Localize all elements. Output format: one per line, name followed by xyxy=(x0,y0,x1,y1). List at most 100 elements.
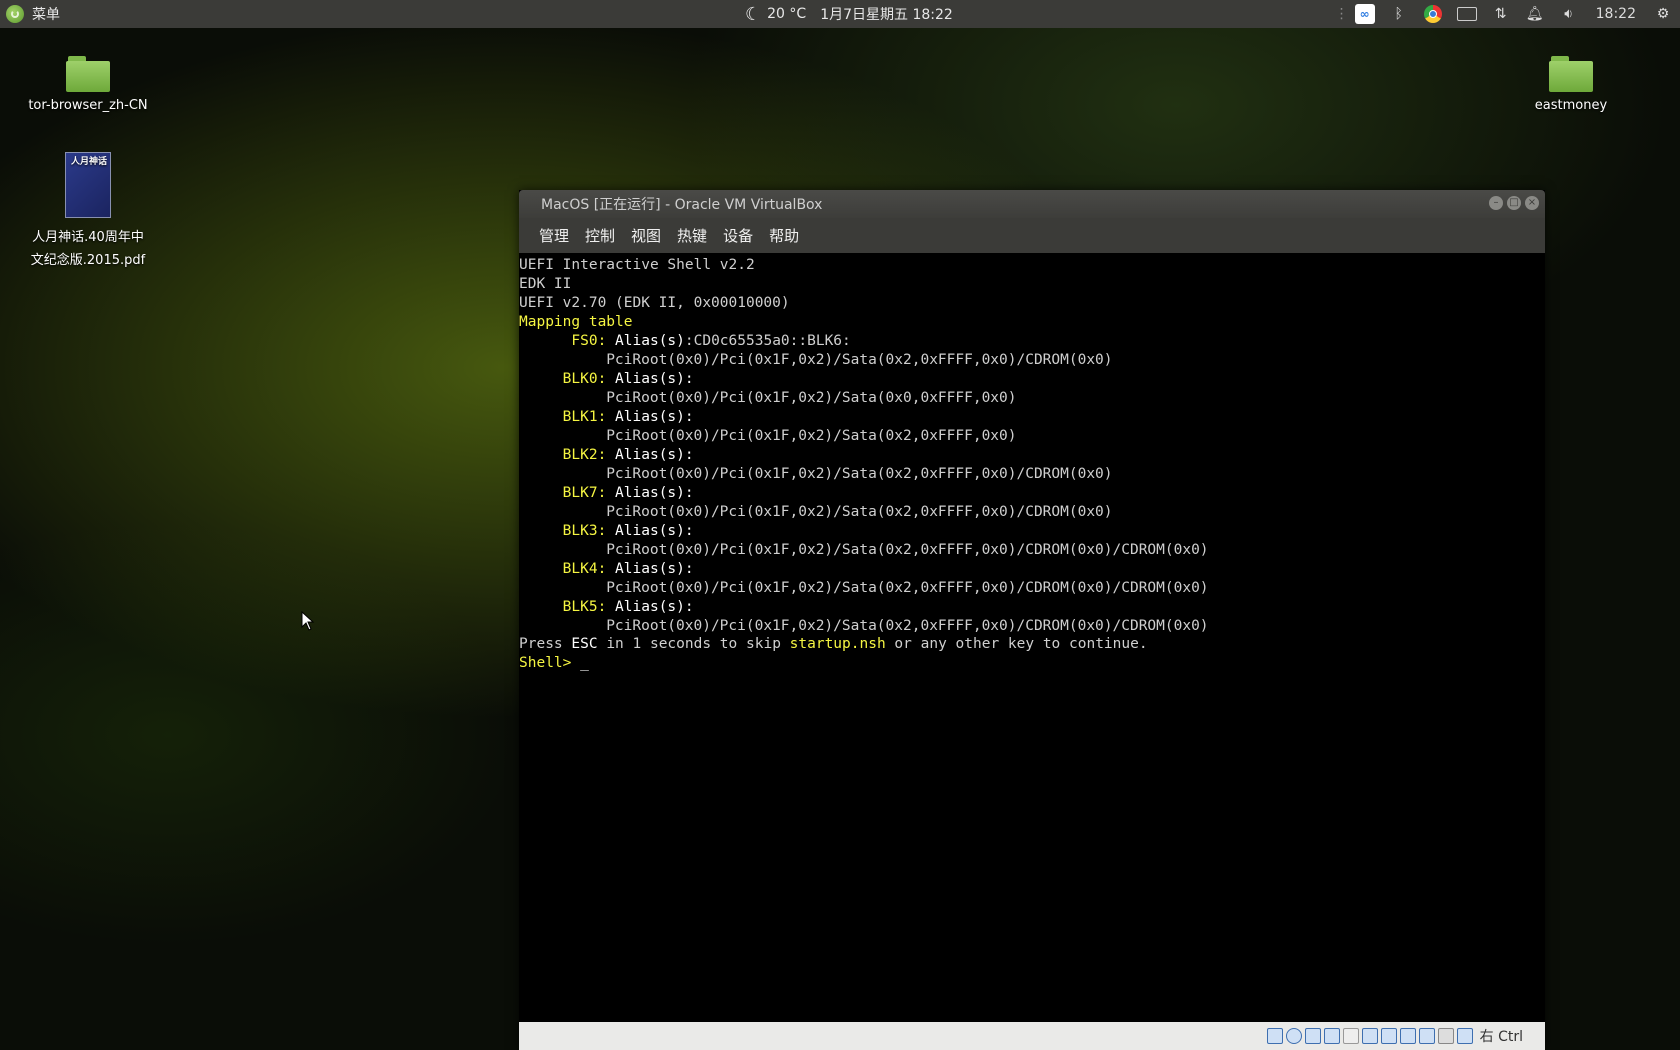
menu-control[interactable]: 控制 xyxy=(577,225,623,246)
mapping-entry: BLK4: Alias(s): xyxy=(519,560,694,579)
desktop-folder-eastmoney[interactable]: eastmoney xyxy=(1501,56,1641,113)
window-titlebar[interactable]: MacOS [正在运行] - Oracle VM VirtualBox – □ … xyxy=(519,190,1545,218)
virtualization-icon[interactable] xyxy=(1418,1028,1435,1044)
mapping-alias-label: Alias(s): xyxy=(606,371,694,387)
mapping-device-path: PciRoot(0x0)/Pci(0x1F,0x2)/Sata(0x2,0xFF… xyxy=(606,542,1209,558)
mapping-device: BLK5: xyxy=(562,599,607,615)
display-icon[interactable] xyxy=(1380,1028,1397,1044)
hard-disk-icon[interactable] xyxy=(1266,1028,1283,1044)
tray-separator-icon: ⋮ xyxy=(1334,6,1349,22)
window-title: MacOS [正在运行] - Oracle VM VirtualBox xyxy=(541,197,823,213)
folder-icon xyxy=(66,56,110,92)
volume-icon[interactable]: 🔉︎ xyxy=(1552,0,1586,28)
shell-prompt: Shell> xyxy=(519,655,581,671)
mapping-device-path: PciRoot(0x0)/Pci(0x1F,0x2)/Sata(0x2,0xFF… xyxy=(606,428,1017,444)
mapping-alias-label: Alias(s) xyxy=(606,333,685,349)
mapping-alias-label: Alias(s): xyxy=(606,599,694,615)
book-cover-title: 人月神话 xyxy=(70,157,107,167)
console-text: in 1 seconds to skip xyxy=(597,636,790,652)
text-cursor: _ xyxy=(580,655,589,671)
mapping-device: FS0: xyxy=(571,333,607,349)
pdf-book-cover-icon: 人月神话 xyxy=(65,152,111,218)
settings-icon[interactable]: ⚙ xyxy=(1646,0,1680,28)
baidu-netdisk-icon[interactable]: ∞ xyxy=(1348,0,1382,28)
mapping-entry: BLK1: Alias(s): xyxy=(519,408,694,427)
desktop-file-pdf[interactable]: 人月神话 人月神话.40周年中 文纪念版.2015.pdf xyxy=(18,152,158,268)
app-menu-label: 菜单 xyxy=(32,7,60,23)
console-line: UEFI Interactive Shell v2.2 xyxy=(519,257,755,273)
mapping-device: BLK1: xyxy=(562,409,607,425)
mapping-alias-label: Alias(s): xyxy=(606,523,694,539)
shared-folders-icon[interactable] xyxy=(1361,1028,1378,1044)
minimize-icon[interactable]: – xyxy=(1489,196,1503,210)
vbox-statusbar: 右 Ctrl xyxy=(519,1022,1545,1050)
mapping-device: BLK4: xyxy=(562,561,607,577)
mapping-device-path: PciRoot(0x0)/Pci(0x1F,0x2)/Sata(0x2,0xFF… xyxy=(606,504,1113,520)
host-key-label: 右 Ctrl xyxy=(1479,1029,1523,1045)
menu-devices[interactable]: 设备 xyxy=(715,225,761,246)
mapping-device-path: PciRoot(0x0)/Pci(0x1F,0x2)/Sata(0x0,0xFF… xyxy=(606,390,1017,406)
mapping-alias-label: Alias(s): xyxy=(606,409,694,425)
usb-icon[interactable] xyxy=(1342,1028,1359,1044)
mapping-device-path: PciRoot(0x0)/Pci(0x1F,0x2)/Sata(0x2,0xFF… xyxy=(606,580,1209,596)
system-tray: ⋮ ∞ ᛒ ⇅ 🔔︎ 🔉︎ 18:22 ⚙ xyxy=(1334,0,1680,28)
mapping-entry: BLK0: Alias(s): xyxy=(519,370,694,389)
clock[interactable]: 18:22 xyxy=(1586,0,1646,28)
mapping-device: BLK2: xyxy=(562,447,607,463)
mapping-alias-label: Alias(s): xyxy=(606,561,694,577)
console-text: Press xyxy=(519,636,572,652)
virtualbox-window: MacOS [正在运行] - Oracle VM VirtualBox – □ … xyxy=(519,190,1545,1050)
mapping-entry: FS0: Alias(s):CD0c65535a0::BLK6: xyxy=(519,332,851,351)
notification-icon[interactable]: 🔔︎ xyxy=(1518,0,1552,28)
mouse-integration-icon[interactable] xyxy=(1437,1028,1454,1044)
network-adapter-icon[interactable] xyxy=(1323,1028,1340,1044)
mapping-alias-value: :CD0c65535a0::BLK6: xyxy=(684,333,851,349)
mapping-entry: BLK7: Alias(s): xyxy=(519,484,694,503)
date-time: 1月7日星期五 18:22 xyxy=(820,7,953,23)
audio-icon[interactable] xyxy=(1304,1028,1321,1044)
menu-view[interactable]: 视图 xyxy=(623,225,669,246)
keyboard-icon[interactable] xyxy=(1450,0,1484,28)
menu-manage[interactable]: 管理 xyxy=(531,225,577,246)
mapping-alias-label: Alias(s): xyxy=(606,485,694,501)
desktop-folder-tor-browser[interactable]: tor-browser_zh-CN xyxy=(18,56,158,113)
close-icon[interactable]: × xyxy=(1525,196,1539,210)
mapping-device-path: PciRoot(0x0)/Pci(0x1F,0x2)/Sata(0x2,0xFF… xyxy=(606,352,1113,368)
chrome-icon[interactable] xyxy=(1416,0,1450,28)
mapping-entry: BLK3: Alias(s): xyxy=(519,522,694,541)
video-capture-icon[interactable] xyxy=(1399,1028,1416,1044)
moon-weather-icon: ☾ xyxy=(745,3,762,25)
keyboard-capture-icon[interactable] xyxy=(1456,1028,1473,1044)
mouse-pointer-icon xyxy=(301,611,315,631)
network-icon[interactable]: ⇅ xyxy=(1484,0,1518,28)
console-esc: ESC xyxy=(571,636,598,652)
mapping-device-path: PciRoot(0x0)/Pci(0x1F,0x2)/Sata(0x2,0xFF… xyxy=(606,618,1209,634)
menu-help[interactable]: 帮助 xyxy=(761,225,807,246)
datetime-widget[interactable]: ☾ 20 °C 1月7日星期五 18:22 xyxy=(745,0,953,28)
mapping-device-path: PciRoot(0x0)/Pci(0x1F,0x2)/Sata(0x2,0xFF… xyxy=(606,466,1113,482)
desktop-icon-label-line1: 人月神话.40周年中 xyxy=(32,230,144,245)
distro-logo-icon xyxy=(6,5,24,23)
mapping-device: BLK0: xyxy=(562,371,607,387)
console-line: EDK II xyxy=(519,276,572,292)
mapping-device: BLK3: xyxy=(562,523,607,539)
mapping-entry: BLK5: Alias(s): xyxy=(519,598,694,617)
desktop-icon-label-line2: 文纪念版.2015.pdf xyxy=(30,253,146,268)
vbox-menubar: 管理 控制 视图 热键 设备 帮助 xyxy=(519,218,1545,253)
desktop-icon-label: eastmoney xyxy=(1534,98,1608,113)
vm-console-screen[interactable]: UEFI Interactive Shell v2.2 EDK II UEFI … xyxy=(519,253,1545,1011)
mapping-entry: BLK2: Alias(s): xyxy=(519,446,694,465)
bluetooth-icon[interactable]: ᛒ xyxy=(1382,0,1416,28)
optical-drive-icon[interactable] xyxy=(1285,1028,1302,1044)
console-text: or any other key to continue. xyxy=(885,636,1148,652)
app-menu-button[interactable]: 菜单 xyxy=(0,0,66,28)
mapping-device: BLK7: xyxy=(562,485,607,501)
console-startup-nsh: startup.nsh xyxy=(789,636,886,652)
desktop-icon-label: tor-browser_zh-CN xyxy=(28,98,148,113)
folder-icon xyxy=(1549,56,1593,92)
mapping-alias-label: Alias(s): xyxy=(606,447,694,463)
menu-hotkeys[interactable]: 热键 xyxy=(669,225,715,246)
console-line: Mapping table xyxy=(519,314,633,330)
maximize-icon[interactable]: □ xyxy=(1507,196,1521,210)
top-panel: 菜单 ☾ 20 °C 1月7日星期五 18:22 ⋮ ∞ ᛒ ⇅ 🔔︎ 🔉︎ 1… xyxy=(0,0,1680,28)
